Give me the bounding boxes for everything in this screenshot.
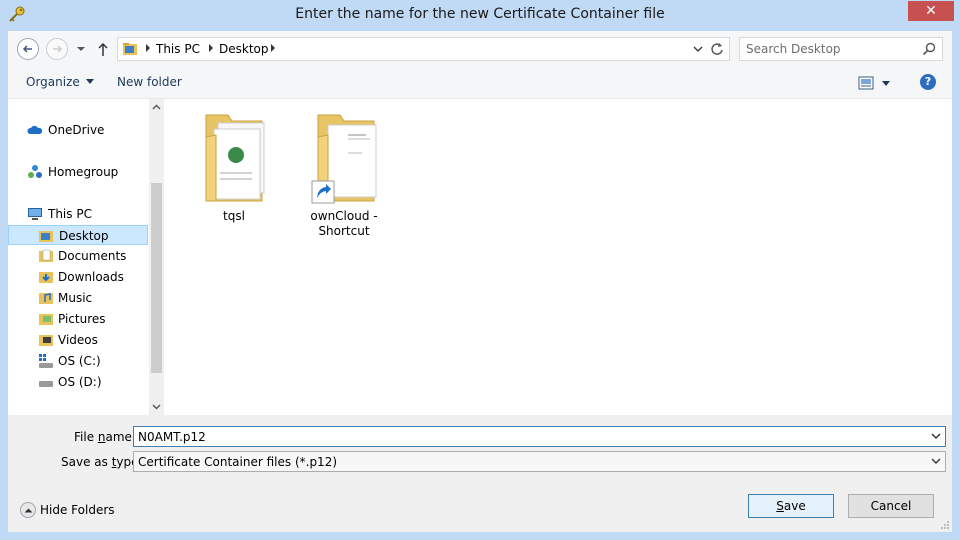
resize-grip-icon[interactable] (940, 520, 950, 530)
nav-item-label: OS (C:) (58, 354, 101, 368)
chevron-right-icon[interactable] (144, 43, 152, 53)
breadcrumb-desktop[interactable]: Desktop (219, 42, 269, 56)
videos-folder-icon (39, 335, 53, 346)
nav-item-this-pc[interactable]: This PC (27, 204, 137, 224)
file-name-label: File name: (74, 430, 136, 444)
nav-pane-scrollbar[interactable] (149, 99, 164, 415)
label-part: Save as (61, 455, 112, 469)
save-accesskey: S (776, 499, 784, 513)
refresh-icon[interactable] (709, 41, 725, 57)
save-options-panel: File name: Save as type: Certificate Con… (8, 415, 952, 532)
folder-shortcut-icon (304, 107, 384, 207)
save-type-select[interactable]: Certificate Container files (*.p12) (133, 451, 946, 472)
label-part: ame: (105, 430, 136, 444)
documents-folder-icon (39, 249, 53, 262)
breadcrumb-this-pc[interactable]: This PC (156, 42, 200, 56)
chevron-right-icon[interactable] (207, 43, 215, 53)
cancel-button[interactable]: Cancel (848, 494, 934, 518)
save-button[interactable]: Save (748, 494, 834, 518)
organize-button[interactable]: Organize (26, 75, 94, 89)
file-item-shortcut[interactable]: ownCloud - Shortcut (296, 107, 392, 239)
command-bar: Organize New folder ? (8, 67, 952, 99)
scroll-down-icon[interactable] (152, 404, 161, 410)
nav-item-homegroup[interactable]: Homegroup (27, 162, 137, 182)
collapse-up-icon (20, 502, 36, 518)
scroll-up-icon[interactable] (152, 104, 161, 110)
music-folder-icon (39, 293, 53, 304)
nav-item-pictures[interactable]: Pictures (38, 309, 138, 329)
new-folder-button[interactable]: New folder (117, 75, 182, 89)
nav-item-label: Homegroup (48, 165, 119, 179)
nav-item-label: Music (58, 291, 93, 305)
save-type-value: Certificate Container files (*.p12) (138, 455, 338, 469)
file-list: tqsl ownCloud - Shortcut (165, 99, 952, 415)
chevron-down-icon[interactable] (693, 44, 703, 54)
nav-item-label: Videos (58, 333, 98, 347)
caret-down-icon (85, 79, 94, 84)
nav-item-label: Documents (58, 249, 127, 263)
desktop-folder-icon (39, 231, 53, 242)
computer-icon (28, 208, 42, 220)
nav-item-label: OneDrive (48, 123, 105, 137)
nav-item-label: This PC (48, 207, 92, 221)
window-title: Enter the name for the new Certificate C… (295, 6, 665, 22)
folder-icon (194, 107, 274, 207)
view-options-caret-icon[interactable] (882, 81, 890, 86)
save-label: ave (783, 499, 806, 513)
nav-item-desktop[interactable]: Desktop (8, 225, 148, 245)
arrow-left-icon (22, 45, 32, 53)
arrow-right-icon (53, 45, 63, 53)
back-button[interactable] (17, 38, 39, 60)
homegroup-icon (28, 165, 42, 178)
change-view-icon[interactable] (858, 76, 874, 90)
chevron-right-icon[interactable] (269, 43, 277, 53)
pictures-folder-icon (39, 314, 53, 325)
system-drive-icon (39, 354, 53, 368)
search-input[interactable] (746, 41, 916, 57)
nav-item-label: OS (D:) (58, 375, 102, 389)
nav-item-music[interactable]: Music (38, 288, 138, 308)
search-box[interactable] (739, 37, 943, 61)
file-item-folder[interactable]: tqsl (186, 107, 282, 224)
chevron-down-icon[interactable] (931, 432, 941, 440)
nav-item-drive-d[interactable]: OS (D:) (38, 372, 138, 392)
downloads-folder-icon (39, 272, 53, 283)
nav-item-label: Downloads (58, 270, 124, 284)
save-type-label: Save as type: (61, 455, 143, 469)
desktop-folder-icon (123, 43, 137, 55)
nav-item-label: Desktop (59, 229, 109, 243)
dialog-window: Enter the name for the new Certificate C… (0, 0, 960, 540)
file-name-input[interactable] (138, 429, 918, 445)
file-name-field[interactable] (133, 426, 946, 447)
search-icon[interactable] (922, 42, 936, 56)
file-name-line-2: Shortcut (318, 224, 370, 238)
organize-label: Organize (26, 75, 80, 89)
label-accesskey: n (97, 430, 106, 444)
onedrive-icon (27, 125, 43, 134)
file-name: tqsl (223, 209, 245, 223)
file-name-line-1: ownCloud - (310, 209, 378, 223)
nav-item-label: Pictures (58, 312, 106, 326)
recent-locations-icon[interactable] (76, 44, 86, 54)
nav-item-downloads[interactable]: Downloads (38, 267, 138, 287)
forward-button[interactable] (46, 38, 68, 60)
hide-folders-label: Hide Folders (40, 503, 115, 517)
label-part: File (74, 430, 98, 444)
address-bar[interactable]: This PC Desktop (117, 37, 730, 61)
navigation-pane: OneDrive Homegroup This PC Desktop Docum… (8, 99, 164, 415)
help-button[interactable]: ? (920, 74, 936, 90)
dialog-body: This PC Desktop Organize New folder (8, 31, 952, 532)
scroll-thumb[interactable] (151, 183, 162, 373)
close-button[interactable]: ✕ (908, 1, 954, 21)
up-arrow-icon[interactable] (96, 41, 110, 57)
nav-item-documents[interactable]: Documents (38, 246, 138, 266)
nav-item-videos[interactable]: Videos (38, 330, 138, 350)
nav-item-onedrive[interactable]: OneDrive (27, 120, 137, 140)
address-row: This PC Desktop (8, 31, 952, 67)
nav-item-drive-c[interactable]: OS (C:) (38, 351, 138, 371)
drive-icon (39, 381, 53, 387)
chevron-down-icon[interactable] (931, 457, 941, 465)
title-bar: Enter the name for the new Certificate C… (0, 0, 960, 31)
